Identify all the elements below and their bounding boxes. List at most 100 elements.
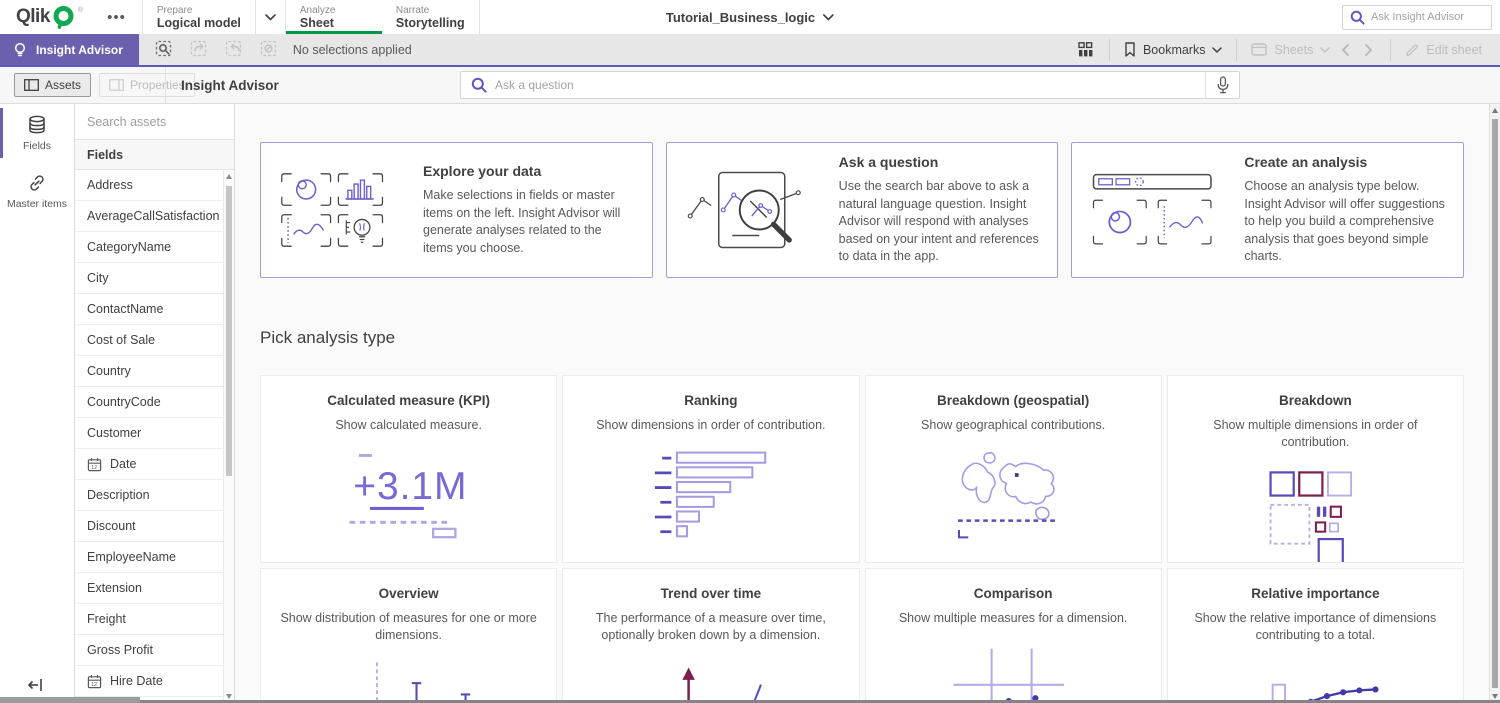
svg-text:12: 12: [91, 464, 97, 470]
rail-item-master-items[interactable]: Master items: [0, 162, 74, 220]
field-label: CountryCode: [87, 395, 161, 409]
scrollbar-thumb[interactable]: [1492, 119, 1498, 688]
analysis-card-title: Overview: [261, 586, 556, 601]
field-item[interactable]: CategoryName: [75, 232, 234, 263]
field-item[interactable]: Extension: [75, 573, 234, 604]
panel-toggle-group: Assets Properties: [0, 67, 166, 103]
app-overview-grid-button[interactable]: [1074, 42, 1099, 57]
selections-status-text: No selections applied: [293, 43, 412, 57]
ask-a-question-card[interactable]: Ask a question Use the search bar above …: [666, 142, 1059, 278]
analysis-card-title: Comparison: [866, 586, 1161, 601]
tab-narrate[interactable]: Narrate Storytelling: [382, 0, 480, 34]
field-item[interactable]: Freight: [75, 604, 234, 635]
tab-analyze[interactable]: Analyze Sheet: [286, 0, 382, 34]
scroll-down-arrow[interactable]: [226, 694, 232, 699]
field-item[interactable]: Address: [75, 170, 234, 201]
bookmarks-button[interactable]: Bookmarks: [1120, 42, 1227, 57]
field-item[interactable]: Gross Profit: [75, 635, 234, 666]
analysis-card-trend-over-time[interactable]: Trend over time The performance of a mea…: [562, 568, 859, 703]
field-item[interactable]: AverageCallSatisfaction: [75, 201, 234, 232]
analysis-card-ranking[interactable]: Ranking Show dimensions in order of cont…: [562, 375, 859, 563]
qlik-logo-q-icon: [52, 5, 76, 29]
field-item[interactable]: Cost of Sale: [75, 325, 234, 356]
assets-toggle-button[interactable]: Assets: [14, 73, 91, 97]
step-forward-icon: [225, 40, 244, 59]
svg-text:+3.1M: +3.1M: [353, 465, 467, 508]
collapse-panel-button[interactable]: [28, 677, 44, 693]
kpi-icon: +3.1M: [261, 448, 556, 540]
search-assets-input[interactable]: [87, 115, 222, 129]
tab-prepare[interactable]: Prepare Logical model: [143, 0, 255, 34]
chevron-down-icon: [823, 14, 834, 21]
calendar-icon: 12: [87, 457, 102, 472]
field-item[interactable]: Country: [75, 356, 234, 387]
field-item[interactable]: Customer: [75, 418, 234, 449]
scatter-plot-icon: [866, 641, 1161, 703]
search-selections-icon[interactable]: [155, 40, 174, 59]
assets-label: Assets: [45, 78, 81, 92]
analysis-card-relative-importance[interactable]: Relative importance Show the relative im…: [1167, 568, 1464, 703]
main-scrollbar[interactable]: [1489, 104, 1500, 703]
scrollbar-thumb[interactable]: [226, 186, 232, 476]
field-item[interactable]: City: [75, 263, 234, 294]
qlik-logo[interactable]: Qlik ®: [0, 0, 97, 34]
assets-panel-icon: [24, 79, 39, 91]
analysis-card-breakdown[interactable]: Breakdown Show multiple dimensions in or…: [1167, 375, 1464, 563]
analysis-card-description: Show dimensions in order of contribution…: [579, 417, 842, 434]
analysis-card-comparison[interactable]: Comparison Show multiple measures for a …: [865, 568, 1162, 703]
scroll-up-arrow[interactable]: [226, 174, 232, 179]
analysis-card-breakdown-geospatial[interactable]: Breakdown (geospatial) Show geographical…: [865, 375, 1162, 563]
assets-rail: Fields Master items: [0, 104, 75, 703]
field-item[interactable]: 12 Date: [75, 449, 234, 480]
analysis-card-overview[interactable]: Overview Show distribution of measures f…: [260, 568, 557, 703]
sheets-button: Sheets: [1247, 43, 1334, 57]
field-label: Country: [87, 364, 131, 378]
global-insight-search[interactable]: Ask Insight Advisor: [1342, 5, 1492, 30]
fields-scrollbar[interactable]: [223, 170, 234, 703]
global-menu-button[interactable]: •••: [97, 0, 136, 34]
field-label: City: [87, 271, 109, 285]
bookmark-icon: [1124, 42, 1136, 57]
analysis-builder-illustration-icon: [1092, 173, 1220, 247]
rail-item-fields[interactable]: Fields: [0, 104, 74, 162]
insight-advisor-label: Insight Advisor: [36, 43, 123, 57]
field-item[interactable]: EmployeeName: [75, 542, 234, 573]
tab-prepare-group: Prepare Logical model: [142, 0, 286, 34]
scroll-up-arrow[interactable]: [1492, 108, 1498, 113]
app-title-menu[interactable]: Tutorial_Business_logic: [666, 0, 834, 34]
intro-card-title: Create an analysis: [1244, 154, 1445, 170]
field-label: Date: [110, 457, 136, 471]
insight-advisor-button[interactable]: Insight Advisor: [0, 34, 139, 65]
explore-your-data-card[interactable]: Explore your data Make selections in fie…: [260, 142, 653, 278]
clear-selections-icon: [260, 40, 279, 59]
field-label: Address: [87, 178, 133, 192]
field-item[interactable]: 12 Hire Date: [75, 666, 234, 697]
bookmarks-label: Bookmarks: [1143, 43, 1206, 57]
field-label: Extension: [87, 581, 142, 595]
main-nav-tabs: Prepare Logical model Analyze Sheet Narr…: [142, 0, 480, 34]
analysis-card-kpi[interactable]: Calculated measure (KPI) Show calculated…: [260, 375, 557, 563]
lightbulb-icon: [12, 42, 28, 58]
tab-section-label: Narrate: [396, 5, 465, 16]
field-item[interactable]: Description: [75, 480, 234, 511]
field-item[interactable]: CountryCode: [75, 387, 234, 418]
scroll-down-arrow[interactable]: [1492, 694, 1498, 699]
properties-panel-icon: [109, 79, 124, 91]
prepare-dropdown-button[interactable]: [255, 0, 285, 34]
search-icon: [461, 77, 495, 93]
field-label: ContactName: [87, 302, 163, 316]
horizontal-scrollbar-thumb[interactable]: [0, 697, 140, 703]
analysis-card-description: Show the relative importance of dimensio…: [1184, 610, 1447, 644]
field-item[interactable]: Discount: [75, 511, 234, 542]
field-label: AverageCallSatisfaction: [87, 209, 219, 223]
microphone-icon: [1216, 76, 1230, 94]
microphone-button[interactable]: [1205, 72, 1239, 98]
ask-question-input[interactable]: [495, 78, 1205, 92]
link-icon: [27, 173, 47, 193]
create-an-analysis-card[interactable]: Create an analysis Choose an analysis ty…: [1071, 142, 1464, 278]
divider: [1390, 39, 1391, 61]
trend-arrow-icon: [563, 658, 858, 703]
pencil-icon: [1405, 43, 1419, 57]
field-label: Cost of Sale: [87, 333, 155, 347]
field-item[interactable]: ContactName: [75, 294, 234, 325]
